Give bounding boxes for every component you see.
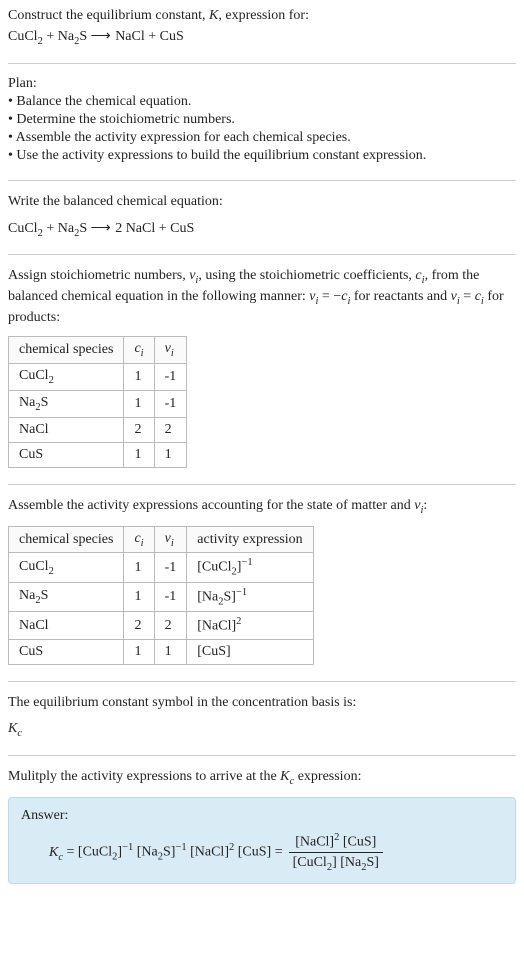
symbol-section: The equilibrium constant symbol in the c…	[8, 694, 516, 739]
kc-lhs: Kc = [CuCl2]−1 [Na2S]−1 [NaCl]2 [CuS] =	[49, 842, 283, 862]
plan-item: • Determine the stoichiometric numbers.	[8, 112, 516, 128]
plan-item: • Assemble the activity expression for e…	[8, 130, 516, 146]
plan-heading: Plan:	[8, 76, 516, 92]
assemble-section: Assemble the activity expressions accoun…	[8, 497, 516, 665]
kc-expression: Kc = [CuCl2]−1 [Na2S]−1 [NaCl]2 [CuS] = …	[21, 832, 503, 873]
table-row: NaCl 2 2	[9, 417, 187, 442]
divider	[8, 63, 516, 64]
kc-numerator: [NaCl]2 [CuS]	[291, 832, 380, 853]
table-header: chemical species	[9, 337, 124, 364]
stoich-table: chemical species ci νi CuCl2 1 -1 Na2S 1…	[8, 336, 187, 467]
table-header: νi	[154, 526, 187, 553]
unbalanced-equation: CuCl2 + Na2S ⟶ NaCl + CuS	[8, 28, 516, 47]
table-header: νi	[154, 337, 187, 364]
table-cell: CuS	[9, 442, 124, 467]
table-cell: 2	[154, 612, 187, 640]
header-section: Construct the equilibrium constant, K, e…	[8, 8, 516, 47]
divider	[8, 180, 516, 181]
table-cell: 2	[124, 612, 154, 640]
table-cell: Na2S	[9, 390, 124, 417]
table-cell: NaCl	[9, 612, 124, 640]
table-header: ci	[124, 337, 154, 364]
symbol-text: The equilibrium constant symbol in the c…	[8, 694, 516, 713]
table-cell: -1	[154, 582, 187, 611]
assign-text: Assign stoichiometric numbers, νi, using…	[8, 267, 516, 328]
table-cell: [Na2S]−1	[187, 582, 313, 611]
plan-section: Plan: • Balance the chemical equation. •…	[8, 76, 516, 164]
table-cell: CuCl2	[9, 553, 124, 582]
balanced-section: Write the balanced chemical equation: Cu…	[8, 193, 516, 239]
assign-section: Assign stoichiometric numbers, νi, using…	[8, 267, 516, 467]
table-row: CuCl2 1 -1 [CuCl2]−1	[9, 553, 314, 582]
table-cell: -1	[154, 390, 187, 417]
table-cell: -1	[154, 364, 187, 391]
table-cell: 2	[154, 417, 187, 442]
table-row: Na2S 1 -1 [Na2S]−1	[9, 582, 314, 611]
plan-item: • Use the activity expressions to build …	[8, 148, 516, 164]
table-cell: 1	[124, 553, 154, 582]
answer-label: Answer:	[21, 808, 503, 824]
table-header: activity expression	[187, 526, 313, 553]
table-row: Na2S 1 -1	[9, 390, 187, 417]
table-cell: 1	[124, 442, 154, 467]
balanced-text: Write the balanced chemical equation:	[8, 193, 516, 212]
table-header-row: chemical species ci νi	[9, 337, 187, 364]
table-cell: 2	[124, 417, 154, 442]
table-cell: 1	[124, 390, 154, 417]
divider	[8, 484, 516, 485]
table-header: ci	[124, 526, 154, 553]
table-cell: -1	[154, 553, 187, 582]
table-cell: 1	[124, 582, 154, 611]
table-cell: CuCl2	[9, 364, 124, 391]
table-row: CuS 1 1	[9, 442, 187, 467]
plan-item: • Balance the chemical equation.	[8, 94, 516, 110]
prompt-text: Construct the equilibrium constant, K, e…	[8, 8, 516, 24]
table-cell: [NaCl]2	[187, 612, 313, 640]
table-cell: [CuCl2]−1	[187, 553, 313, 582]
table-cell: Na2S	[9, 582, 124, 611]
table-header: chemical species	[9, 526, 124, 553]
balanced-equation: CuCl2 + Na2S ⟶ 2 NaCl + CuS	[8, 220, 516, 239]
table-cell: 1	[154, 442, 187, 467]
table-row: NaCl 2 2 [NaCl]2	[9, 612, 314, 640]
multiply-section: Mulitply the activity expressions to arr…	[8, 768, 516, 884]
table-row: CuCl2 1 -1	[9, 364, 187, 391]
answer-box: Answer: Kc = [CuCl2]−1 [Na2S]−1 [NaCl]2 …	[8, 797, 516, 884]
divider	[8, 755, 516, 756]
table-row: CuS 1 1 [CuS]	[9, 640, 314, 665]
table-cell: [CuS]	[187, 640, 313, 665]
activity-table: chemical species ci νi activity expressi…	[8, 526, 314, 665]
table-cell: 1	[124, 640, 154, 665]
multiply-text: Mulitply the activity expressions to arr…	[8, 768, 516, 789]
table-cell: NaCl	[9, 417, 124, 442]
kc-denominator: [CuCl2] [Na2S]	[289, 852, 383, 873]
table-header-row: chemical species ci νi activity expressi…	[9, 526, 314, 553]
assemble-text: Assemble the activity expressions accoun…	[8, 497, 516, 518]
divider	[8, 681, 516, 682]
table-cell: CuS	[9, 640, 124, 665]
symbol-value: Kc	[8, 721, 516, 739]
table-cell: 1	[124, 364, 154, 391]
table-cell: 1	[154, 640, 187, 665]
kc-fraction: [NaCl]2 [CuS] [CuCl2] [Na2S]	[289, 832, 383, 873]
divider	[8, 254, 516, 255]
